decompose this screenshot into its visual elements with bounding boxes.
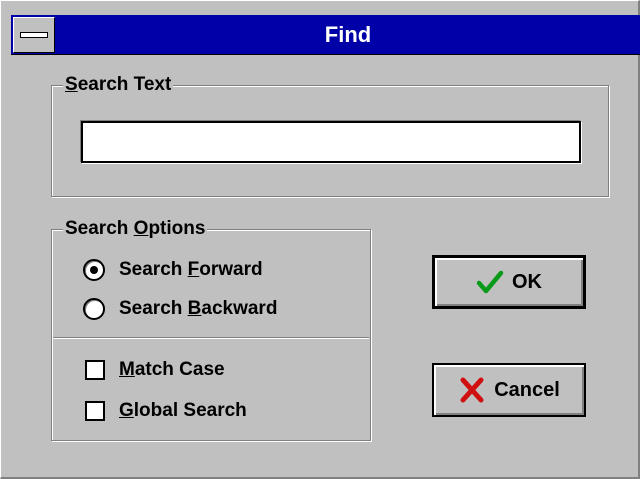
search-text-group-label: Search Text: [63, 74, 174, 96]
search-options-label-rest: ptions: [148, 218, 206, 239]
window-title: Find: [324, 22, 372, 47]
checkbox-global-search[interactable]: Global Search: [85, 397, 247, 425]
ok-button-label: OK: [512, 270, 542, 293]
cancel-button[interactable]: Cancel: [432, 363, 586, 417]
find-dialog: Find Search Text Search Options Search F…: [0, 0, 640, 479]
x-icon: [460, 377, 484, 403]
radio-search-forward[interactable]: Search Forward: [83, 256, 263, 284]
checkbox-match-case-label: Match Case: [119, 359, 225, 380]
checkbox-box[interactable]: [85, 360, 105, 380]
cancel-button-label: Cancel: [494, 378, 560, 401]
checkbox-box[interactable]: [85, 401, 105, 421]
checkbox-match-case[interactable]: Match Case: [85, 356, 225, 384]
search-text-input[interactable]: [81, 121, 581, 163]
radio-search-forward-label: Search Forward: [119, 259, 263, 280]
search-options-group-label: Search Options: [63, 218, 208, 240]
system-menu-bar: [20, 32, 48, 38]
radio-search-backward[interactable]: Search Backward: [83, 295, 277, 323]
search-text-label-rest: earch Text: [77, 74, 172, 95]
checkmark-icon: [476, 270, 504, 294]
radio-button[interactable]: [83, 298, 105, 320]
options-divider: [53, 337, 369, 339]
checkbox-global-search-label: Global Search: [119, 400, 247, 421]
system-menu-icon[interactable]: [13, 17, 55, 53]
search-options-label-prefix: Search: [65, 218, 134, 239]
search-text-mnemonic: S: [65, 74, 78, 95]
search-options-mnemonic: O: [133, 218, 149, 239]
radio-button-selected[interactable]: [83, 259, 105, 281]
ok-button[interactable]: OK: [432, 255, 586, 309]
radio-search-backward-label: Search Backward: [119, 298, 278, 319]
